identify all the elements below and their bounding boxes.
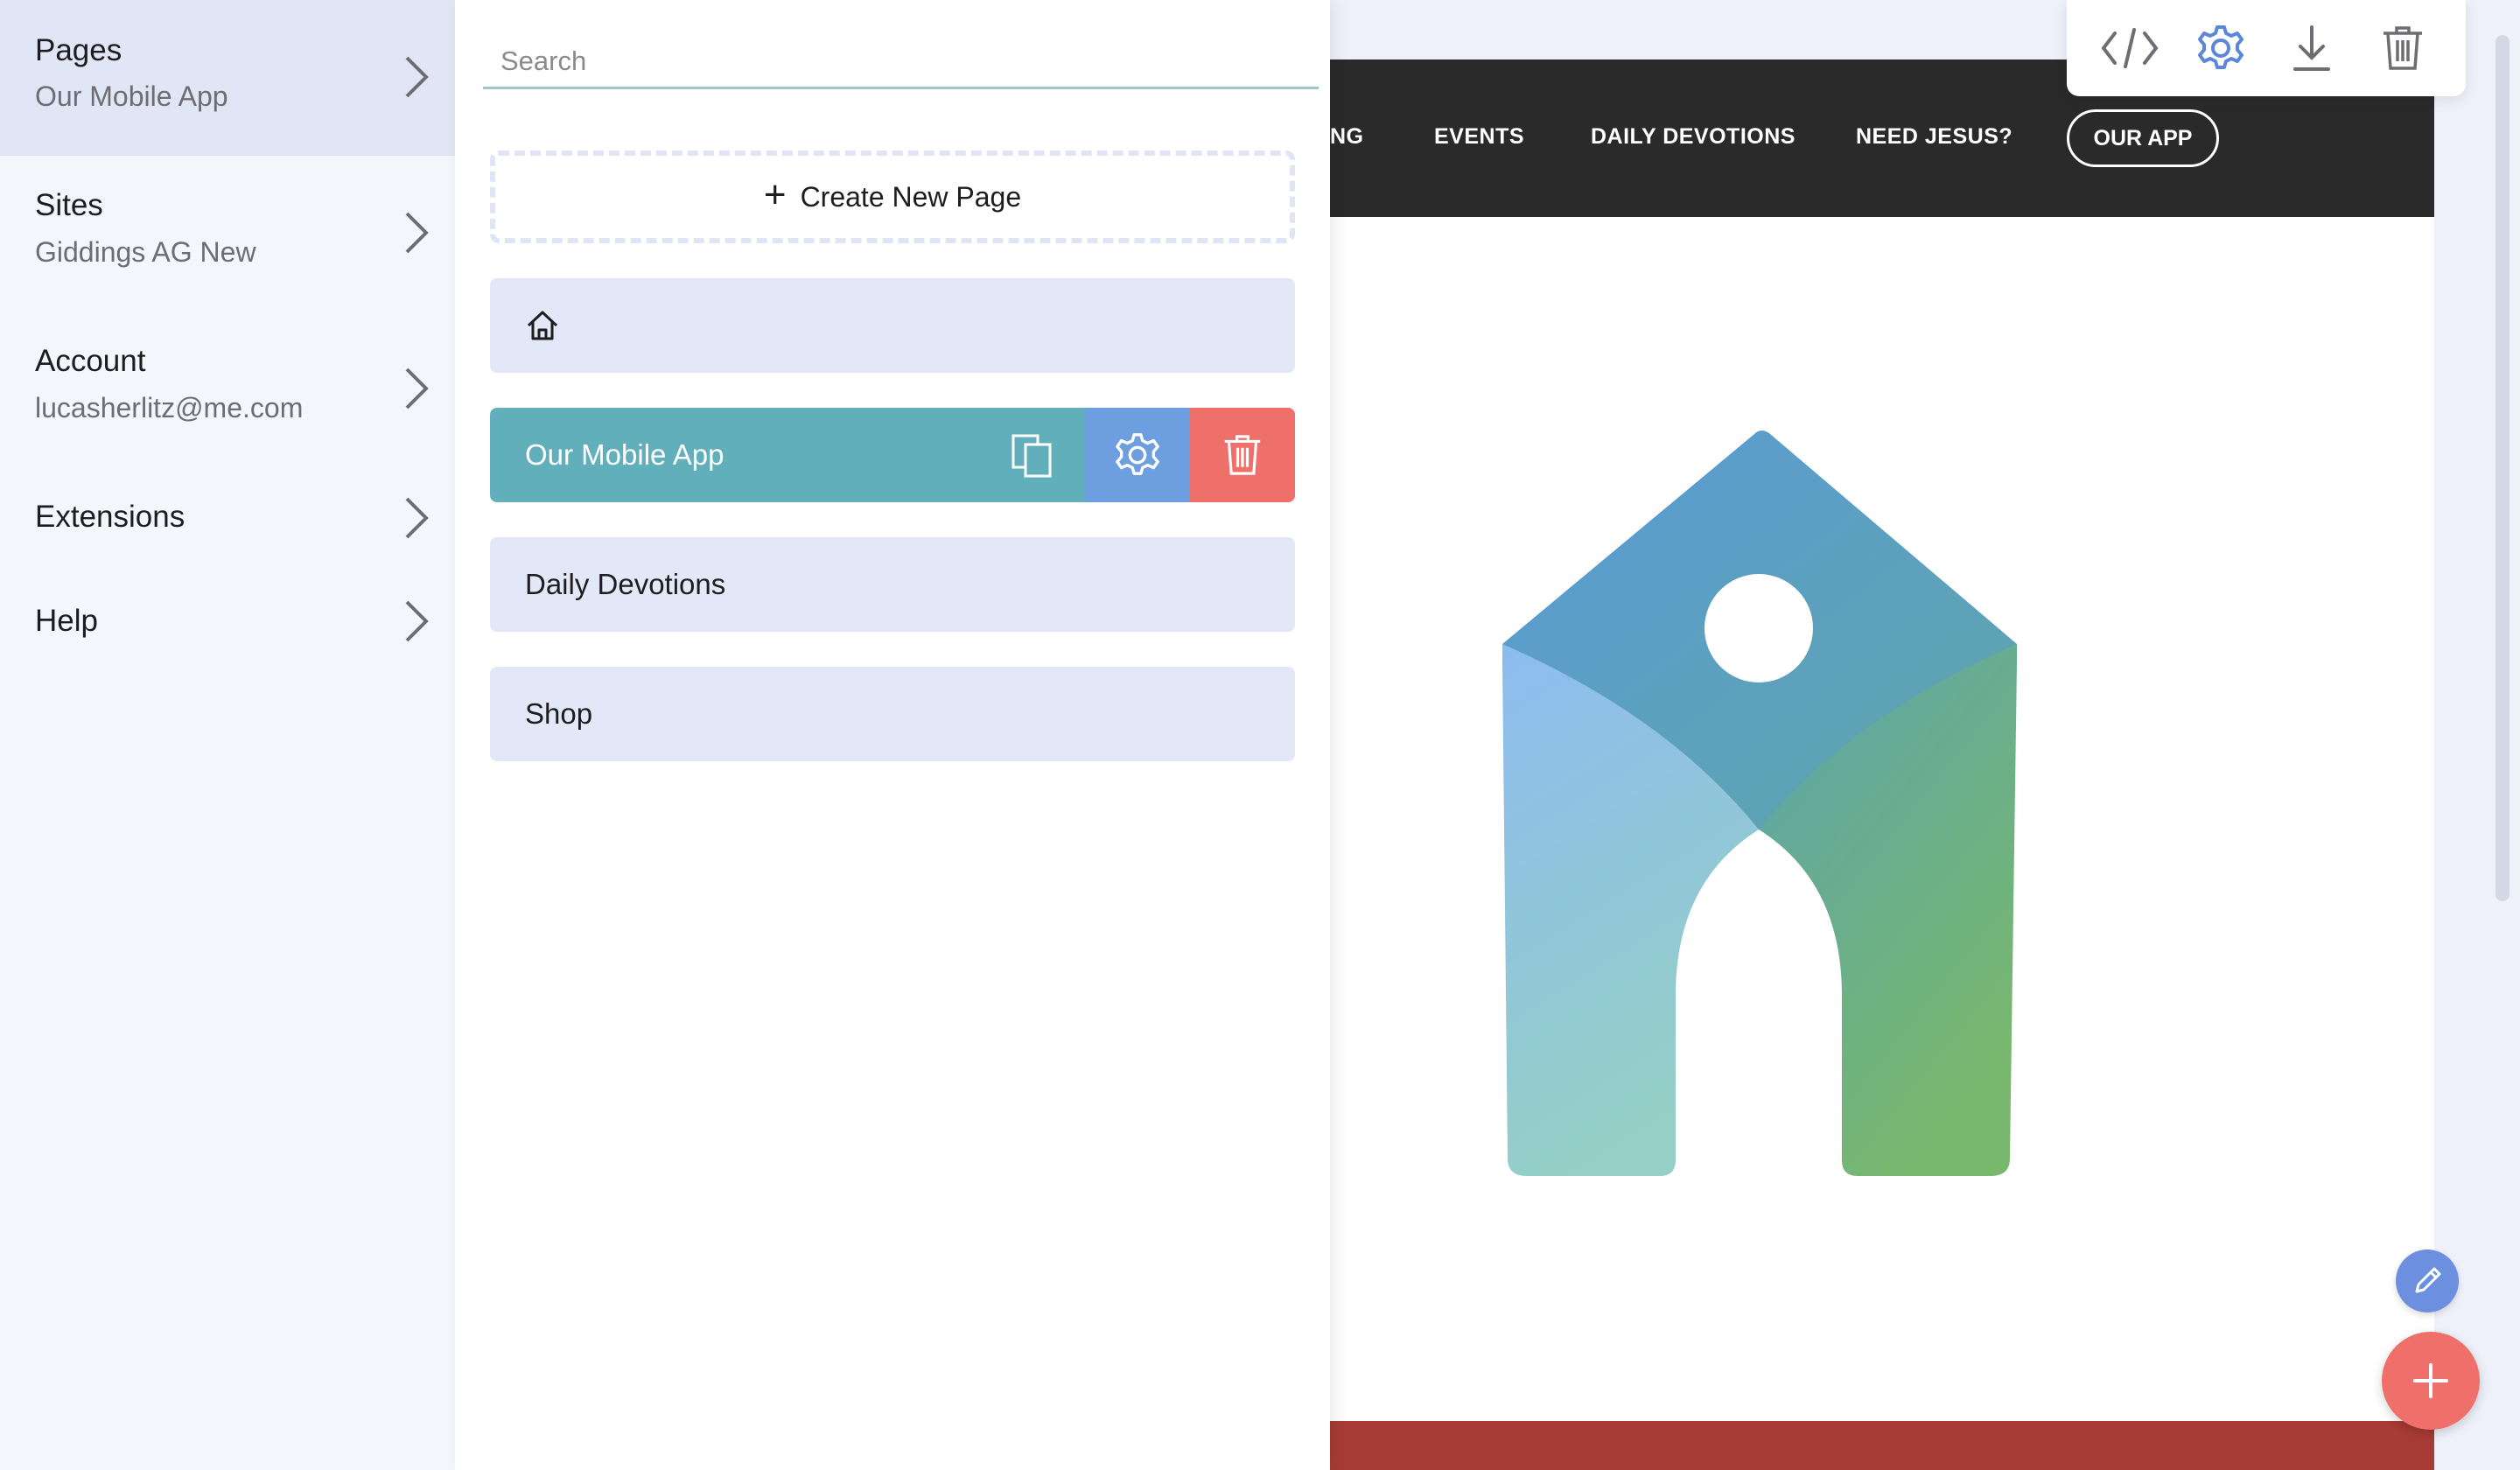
plus-icon: + [763, 173, 787, 216]
code-button[interactable] [2099, 18, 2160, 79]
chevron-right-icon [405, 497, 429, 539]
create-new-page-button[interactable]: + Create New Page [490, 150, 1295, 243]
sidebar-item-help[interactable]: Help [0, 569, 455, 670]
sidebar-item-pages[interactable]: Pages Our Mobile App [0, 0, 455, 156]
church-logo [1502, 430, 2017, 1176]
chevron-right-icon [405, 56, 429, 98]
search-input[interactable] [483, 35, 1319, 89]
site-footer-band [1330, 1421, 2434, 1470]
sidebar-item-subtitle: Our Mobile App [35, 80, 228, 112]
edit-fab-button[interactable] [2396, 1250, 2459, 1312]
chevron-right-icon [405, 212, 429, 254]
nav-link[interactable]: NG [1330, 124, 1364, 150]
site-preview: NG EVENTS DAILY DEVOTIONS NEED JESUS? OU… [1330, 60, 2434, 1470]
gear-icon [1116, 433, 1159, 475]
delete-page-row-button[interactable] [1190, 408, 1295, 502]
page-row-home[interactable] [490, 278, 1295, 373]
nav-link-daily-devotions[interactable]: DAILY DEVOTIONS [1591, 124, 1796, 150]
home-icon [527, 311, 558, 340]
settings-button[interactable] [2190, 18, 2251, 79]
sidebar: Pages Our Mobile App Sites Giddings AG N… [0, 0, 455, 1470]
nav-our-app-button[interactable]: OUR APP [2067, 109, 2219, 167]
copy-icon [1012, 434, 1052, 478]
page-row-label: Our Mobile App [525, 438, 724, 471]
add-fab-button[interactable] [2382, 1332, 2480, 1430]
page-row-label: Daily Devotions [525, 568, 726, 600]
trash-icon [1224, 435, 1261, 475]
create-new-page-label: Create New Page [800, 180, 1022, 213]
sidebar-item-subtitle: lucasherlitz@me.com [35, 392, 304, 424]
sidebar-item-subtitle: Giddings AG New [35, 236, 256, 268]
sidebar-item-account[interactable]: Account lucasherlitz@me.com [0, 312, 455, 467]
page-row-shop[interactable]: Shop [490, 667, 1295, 761]
pencil-icon [2415, 1267, 2441, 1293]
nav-link-need-jesus[interactable]: NEED JESUS? [1856, 124, 2012, 150]
sidebar-item-title: Help [35, 604, 98, 638]
page-row-our-mobile-app[interactable]: Our Mobile App [490, 408, 1295, 502]
preview-scrollbar[interactable] [2496, 35, 2510, 901]
trash-icon [2384, 26, 2422, 70]
sidebar-item-title: Sites [35, 188, 103, 222]
page-settings-button[interactable] [1085, 408, 1190, 502]
pages-panel: + Create New Page Our Mobile App [455, 0, 1330, 1470]
page-toolbar [2067, 0, 2466, 96]
delete-page-button[interactable] [2372, 18, 2433, 79]
code-icon [2101, 28, 2159, 68]
chevron-right-icon [405, 600, 429, 642]
sidebar-item-title: Extensions [35, 500, 186, 534]
duplicate-page-button[interactable] [980, 408, 1085, 502]
gear-icon [2198, 25, 2244, 69]
page-row-daily-devotions[interactable]: Daily Devotions [490, 537, 1295, 632]
sidebar-item-sites[interactable]: Sites Giddings AG New [0, 156, 455, 312]
sidebar-item-extensions[interactable]: Extensions [0, 467, 455, 569]
download-icon [2293, 25, 2330, 71]
nav-link-events[interactable]: EVENTS [1434, 124, 1524, 150]
sidebar-item-title: Pages [35, 33, 122, 67]
download-button[interactable] [2281, 18, 2342, 79]
chevron-right-icon [405, 368, 429, 410]
sidebar-item-title: Account [35, 344, 146, 378]
page-row-label: Shop [525, 697, 593, 730]
plus-icon [2413, 1363, 2448, 1398]
